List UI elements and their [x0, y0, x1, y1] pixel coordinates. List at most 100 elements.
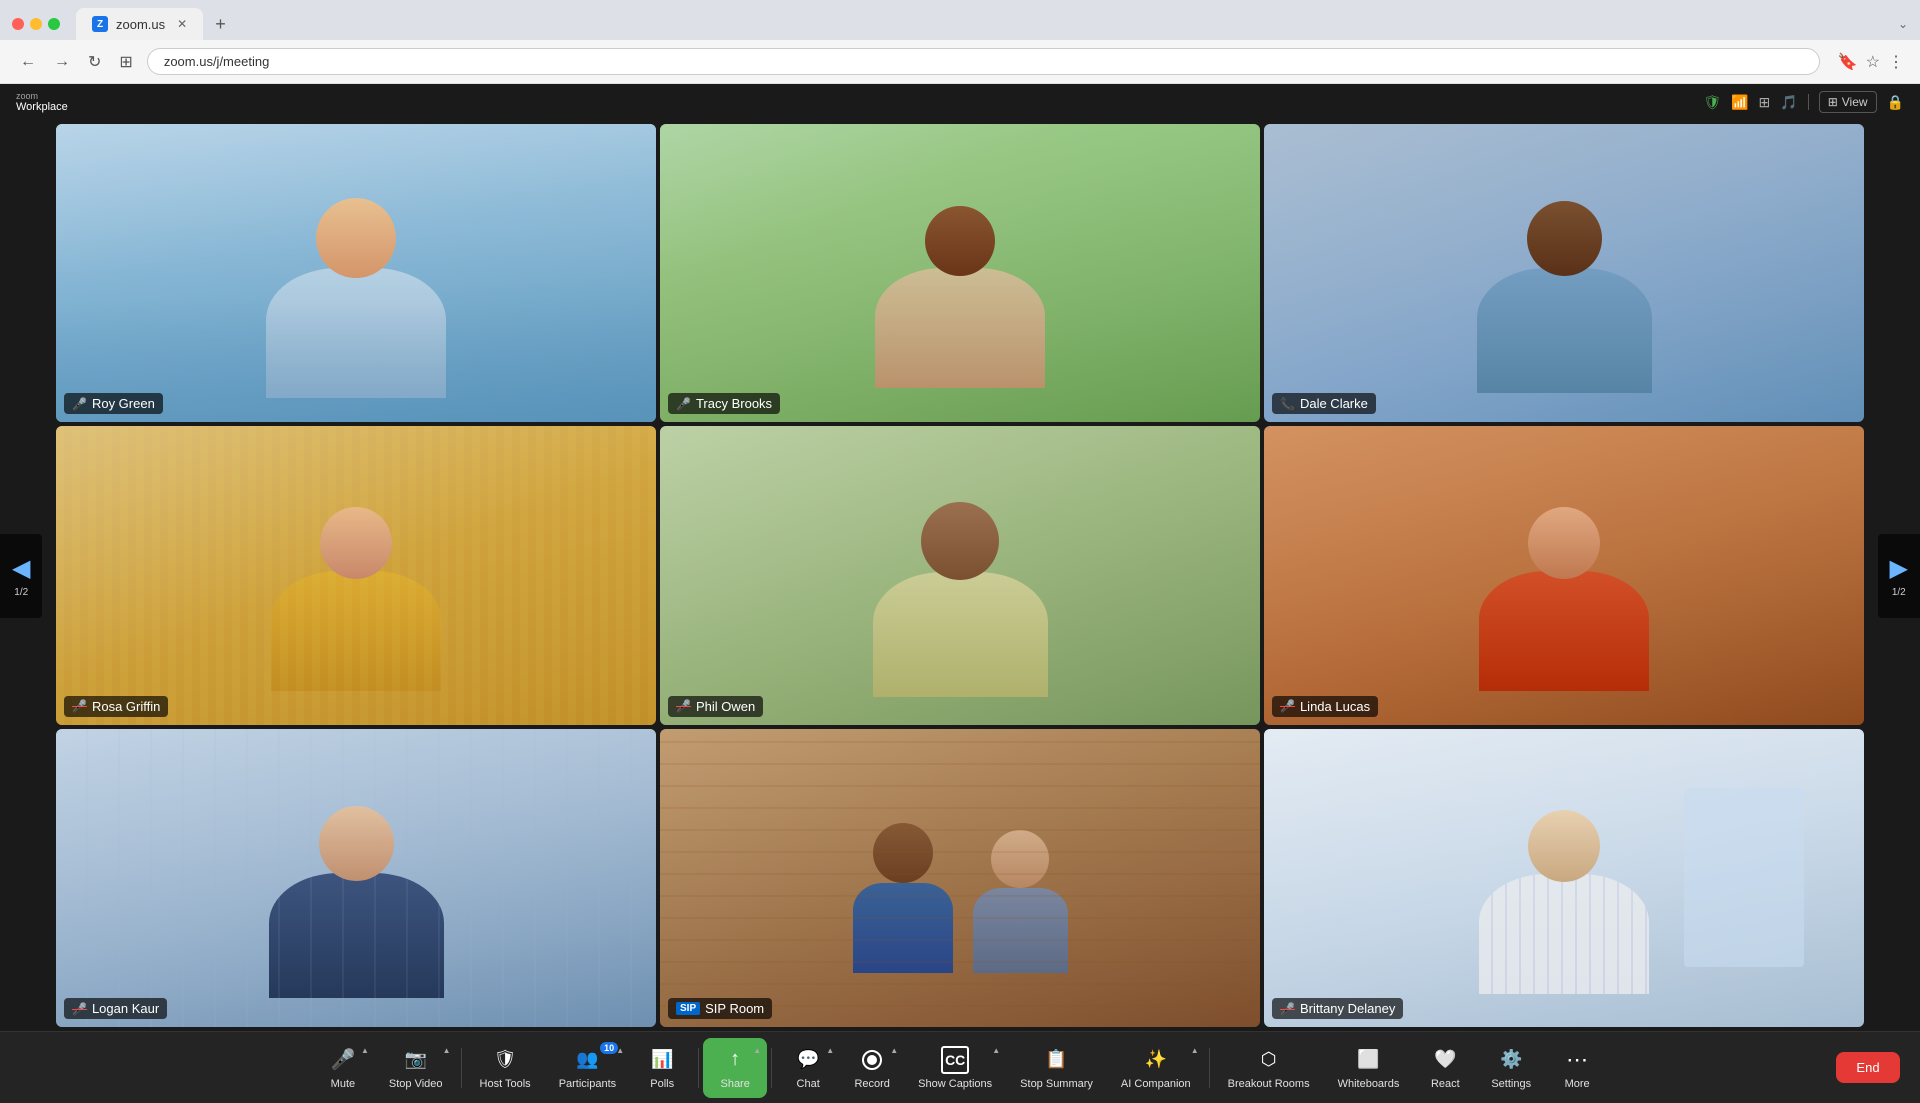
ai-companion-button[interactable]: ▲ ✨ AI Companion — [1107, 1038, 1205, 1098]
video-bg-logan — [56, 729, 656, 1027]
participant-label-rosa: 🎤 Rosa Griffin — [64, 696, 168, 717]
chat-button[interactable]: ▲ 💬 Chat — [776, 1038, 840, 1098]
participant-label-phil: 🎤 Phil Owen — [668, 696, 763, 717]
back-button[interactable]: ← — [16, 49, 40, 75]
menu-icon[interactable]: ⋮ — [1888, 52, 1904, 72]
participant-name-linda: Linda Lucas — [1300, 699, 1370, 714]
end-button[interactable]: End — [1836, 1052, 1900, 1083]
more-label: More — [1565, 1078, 1590, 1090]
stop-summary-button[interactable]: 📋 Stop Summary — [1006, 1038, 1107, 1098]
participant-name-brittany: Brittany Delaney — [1300, 1001, 1395, 1016]
view-button[interactable]: ⊞ View — [1819, 91, 1877, 113]
stop-video-button[interactable]: ▲ 📷 Stop Video — [375, 1038, 457, 1098]
react-icon: 🤍 — [1431, 1046, 1459, 1074]
participant-label-roy: 🎤 Roy Green — [64, 393, 163, 414]
page-right-label: 1/2 — [1892, 587, 1906, 598]
chat-caret-icon[interactable]: ▲ — [826, 1046, 834, 1055]
stop-video-caret-icon[interactable]: ▲ — [443, 1046, 451, 1055]
lock-icon[interactable]: 🔒 — [1887, 94, 1904, 111]
ai-companion-caret-icon[interactable]: ▲ — [1191, 1046, 1199, 1055]
react-button[interactable]: 🤍 React — [1413, 1038, 1477, 1098]
mic-active-icon: 🎤 — [72, 397, 87, 411]
share-caret-icon[interactable]: ▲ — [753, 1046, 761, 1055]
tab-bar: Z zoom.us ✕ + ⌄ — [0, 0, 1920, 40]
mute-button[interactable]: ▲ 🎤 Mute — [311, 1038, 375, 1098]
captions-caret-icon[interactable]: ▲ — [992, 1046, 1000, 1055]
share-button[interactable]: ▲ ↑ Share — [703, 1038, 767, 1098]
polls-button[interactable]: 📊 Polls — [630, 1038, 694, 1098]
video-icon: 📷 — [402, 1046, 430, 1074]
video-cell-logan-kaur[interactable]: 🎤 Logan Kaur — [56, 729, 656, 1027]
settings-icon: ⚙️ — [1497, 1046, 1525, 1074]
zoom-logo: zoom Workplace — [16, 91, 68, 113]
address-bar[interactable]: zoom.us/j/meeting — [147, 48, 1820, 75]
mic-icon-tracy: 🎤 — [676, 397, 691, 411]
record-label: Record — [854, 1078, 889, 1090]
view-grid-icon: ⊞ — [1828, 95, 1838, 109]
participants-button[interactable]: ▲ 👥 10 Participants — [545, 1038, 630, 1098]
view-label: View — [1842, 95, 1868, 109]
video-cell-roy-green[interactable]: 🎤 Roy Green — [56, 124, 656, 422]
new-tab-button[interactable]: + — [209, 14, 232, 35]
video-cell-linda-lucas[interactable]: 🎤 Linda Lucas — [1264, 426, 1864, 724]
cast-icon[interactable]: ⊞ — [1759, 94, 1771, 111]
participants-icon: 👥 — [573, 1046, 601, 1074]
audio-icon[interactable]: 🎵 — [1780, 94, 1797, 111]
video-cell-tracy-brooks[interactable]: 🎤 Tracy Brooks — [660, 124, 1260, 422]
video-grid: 🎤 Roy Green 🎤 Tracy B — [0, 120, 1920, 1031]
phone-icon-dale: 📞 — [1280, 397, 1295, 411]
toolbar-divider-1 — [461, 1048, 462, 1088]
home-button[interactable]: ⊞ — [115, 48, 136, 76]
bookmark-icon[interactable]: 🔖 — [1838, 52, 1858, 72]
toolbar-divider-4 — [1209, 1048, 1210, 1088]
maximize-dot[interactable] — [48, 18, 60, 30]
host-tools-button[interactable]: 🛡 Host Tools — [466, 1038, 545, 1098]
zoom-logo-text: zoom — [16, 91, 68, 101]
participant-label-linda: 🎤 Linda Lucas — [1272, 696, 1378, 717]
more-button[interactable]: ⋯ More — [1545, 1038, 1609, 1098]
reload-button[interactable]: ↻ — [84, 48, 105, 76]
mic-muted-icon-phil: 🎤 — [676, 699, 691, 713]
browser-toolbar-icons: 🔖 ☆ ⋮ — [1838, 52, 1904, 72]
video-cell-phil-owen[interactable]: 🎤 Phil Owen — [660, 426, 1260, 724]
mute-caret-icon[interactable]: ▲ — [361, 1046, 369, 1055]
video-cell-brittany-delaney[interactable]: 🎤 Brittany Delaney — [1264, 729, 1864, 1027]
video-cell-sip-room[interactable]: SIP SIP Room — [660, 729, 1260, 1027]
video-cell-dale-clarke[interactable]: 📞 Dale Clarke — [1264, 124, 1864, 422]
prev-page-button[interactable]: ◀ 1/2 — [0, 534, 42, 618]
wifi-icon: 📶 — [1731, 94, 1748, 111]
close-dot[interactable] — [12, 18, 24, 30]
host-tools-icon: 🛡 — [491, 1046, 519, 1074]
tab-favicon: Z — [92, 16, 108, 32]
active-tab[interactable]: Z zoom.us ✕ — [76, 8, 203, 40]
captions-icon: CC — [941, 1046, 969, 1074]
minimize-dot[interactable] — [30, 18, 42, 30]
video-cell-rosa-griffin[interactable]: 🎤 Rosa Griffin — [56, 426, 656, 724]
video-bg-phil — [660, 426, 1260, 724]
settings-label: Settings — [1491, 1078, 1531, 1090]
zoom-app: zoom Workplace 🛡 📶 ⊞ 🎵 ⊞ View 🔒 ◀ 1/2 — [0, 84, 1920, 1103]
mic-muted-icon-rosa: 🎤 — [72, 699, 87, 713]
record-button[interactable]: ▲ Record — [840, 1038, 904, 1098]
forward-button[interactable]: → — [50, 49, 74, 75]
breakout-rooms-label: Breakout Rooms — [1228, 1078, 1310, 1090]
security-shield-icon[interactable]: 🛡 — [1703, 94, 1721, 111]
participant-name-phil: Phil Owen — [696, 699, 755, 714]
chat-label: Chat — [797, 1078, 820, 1090]
breakout-rooms-button[interactable]: ⬡ Breakout Rooms — [1214, 1038, 1324, 1098]
star-icon[interactable]: ☆ — [1866, 52, 1880, 72]
ai-companion-icon: ✨ — [1142, 1046, 1170, 1074]
record-icon — [858, 1046, 886, 1074]
participant-label-brittany: 🎤 Brittany Delaney — [1272, 998, 1403, 1019]
left-arrow-icon: ◀ — [12, 554, 30, 583]
show-captions-button[interactable]: ▲ CC Show Captions — [904, 1038, 1006, 1098]
participant-name-logan: Logan Kaur — [92, 1001, 159, 1016]
tab-close-icon[interactable]: ✕ — [177, 17, 187, 31]
next-page-button[interactable]: ▶ 1/2 — [1878, 534, 1920, 618]
settings-button[interactable]: ⚙️ Settings — [1477, 1038, 1545, 1098]
mute-icon: 🎤 — [329, 1046, 357, 1074]
video-bg-sip — [660, 729, 1260, 1027]
record-caret-icon[interactable]: ▲ — [890, 1046, 898, 1055]
whiteboards-button[interactable]: ⬜ Whiteboards — [1324, 1038, 1414, 1098]
end-label: End — [1856, 1060, 1879, 1075]
